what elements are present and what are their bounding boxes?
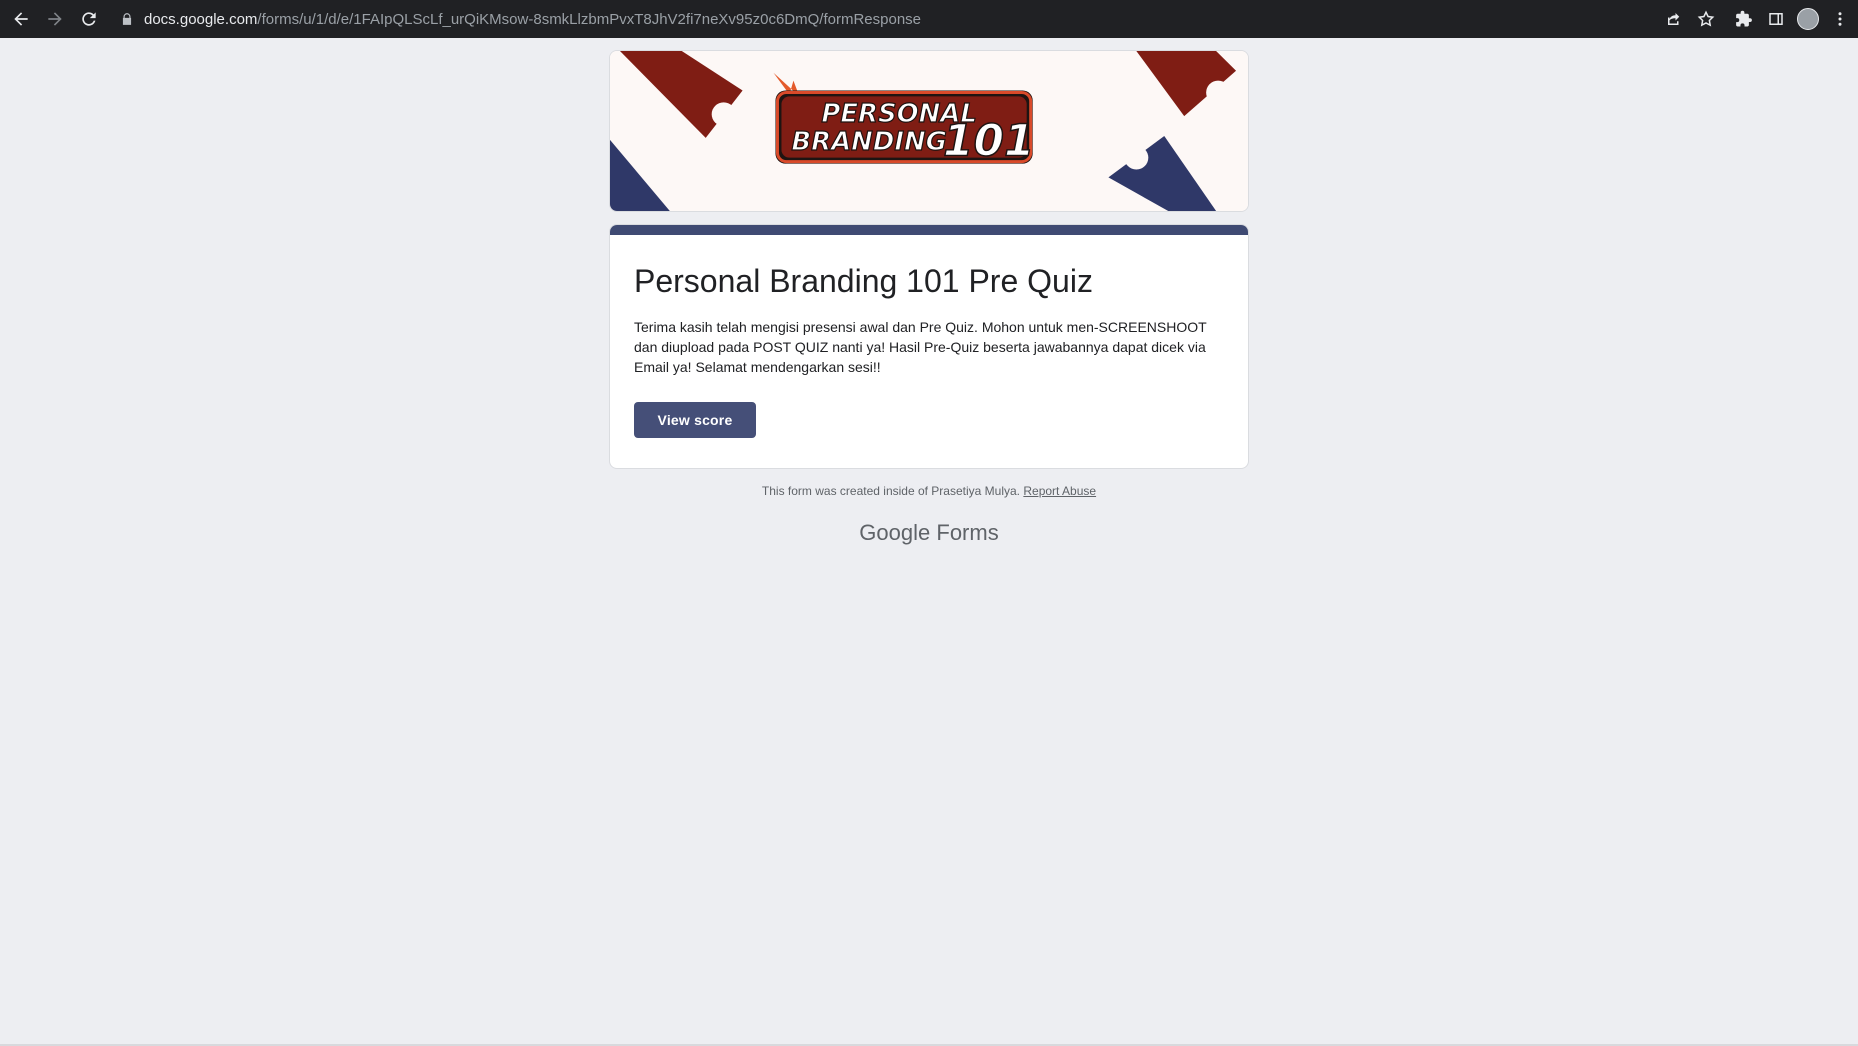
forms-wordmark: Forms — [936, 520, 999, 545]
form-header-banner: PERSONAL BRANDING 101 — [609, 50, 1249, 212]
form-footer: This form was created inside of Prasetiy… — [609, 484, 1249, 498]
banner-line2: BRANDING — [791, 127, 946, 157]
star-icon[interactable] — [1690, 0, 1722, 38]
forward-arrow-icon[interactable] — [38, 0, 72, 38]
lock-icon[interactable] — [120, 12, 134, 26]
confirmation-message: Terima kasih telah mengisi presensi awal… — [634, 319, 1207, 375]
extensions-icon[interactable] — [1728, 0, 1760, 38]
share-icon[interactable] — [1658, 0, 1690, 38]
profile-avatar[interactable] — [1792, 0, 1824, 38]
view-score-button[interactable]: View score — [634, 402, 756, 438]
form-title: Personal Branding 101 Pre Quiz — [634, 263, 1093, 299]
form-confirmation-card: Personal Branding 101 Pre Quiz Terima ka… — [609, 224, 1249, 469]
banner-number: 101 — [943, 116, 1035, 167]
more-vert-icon[interactable] — [1824, 0, 1856, 38]
browser-toolbar: docs.google.com/forms/u/1/d/e/1FAIpQLScL… — [0, 0, 1858, 38]
theme-accent-bar — [610, 225, 1248, 235]
report-abuse-link[interactable]: Report Abuse — [1023, 484, 1096, 498]
back-arrow-icon[interactable] — [4, 0, 38, 38]
side-panel-icon[interactable] — [1760, 0, 1792, 38]
url-path: /forms/u/1/d/e/1FAIpQLScLf_urQiKMsow-8sm… — [257, 10, 922, 28]
created-inside-text: This form was created inside of Prasetiy… — [761, 484, 1021, 498]
url-host: docs.google.com — [144, 10, 258, 28]
reload-icon[interactable] — [72, 0, 106, 38]
google-wordmark: Google — [859, 520, 931, 545]
address-bar[interactable]: docs.google.com/forms/u/1/d/e/1FAIpQLScL… — [108, 3, 1720, 35]
google-forms-logo[interactable]: Google Forms — [609, 520, 1249, 546]
